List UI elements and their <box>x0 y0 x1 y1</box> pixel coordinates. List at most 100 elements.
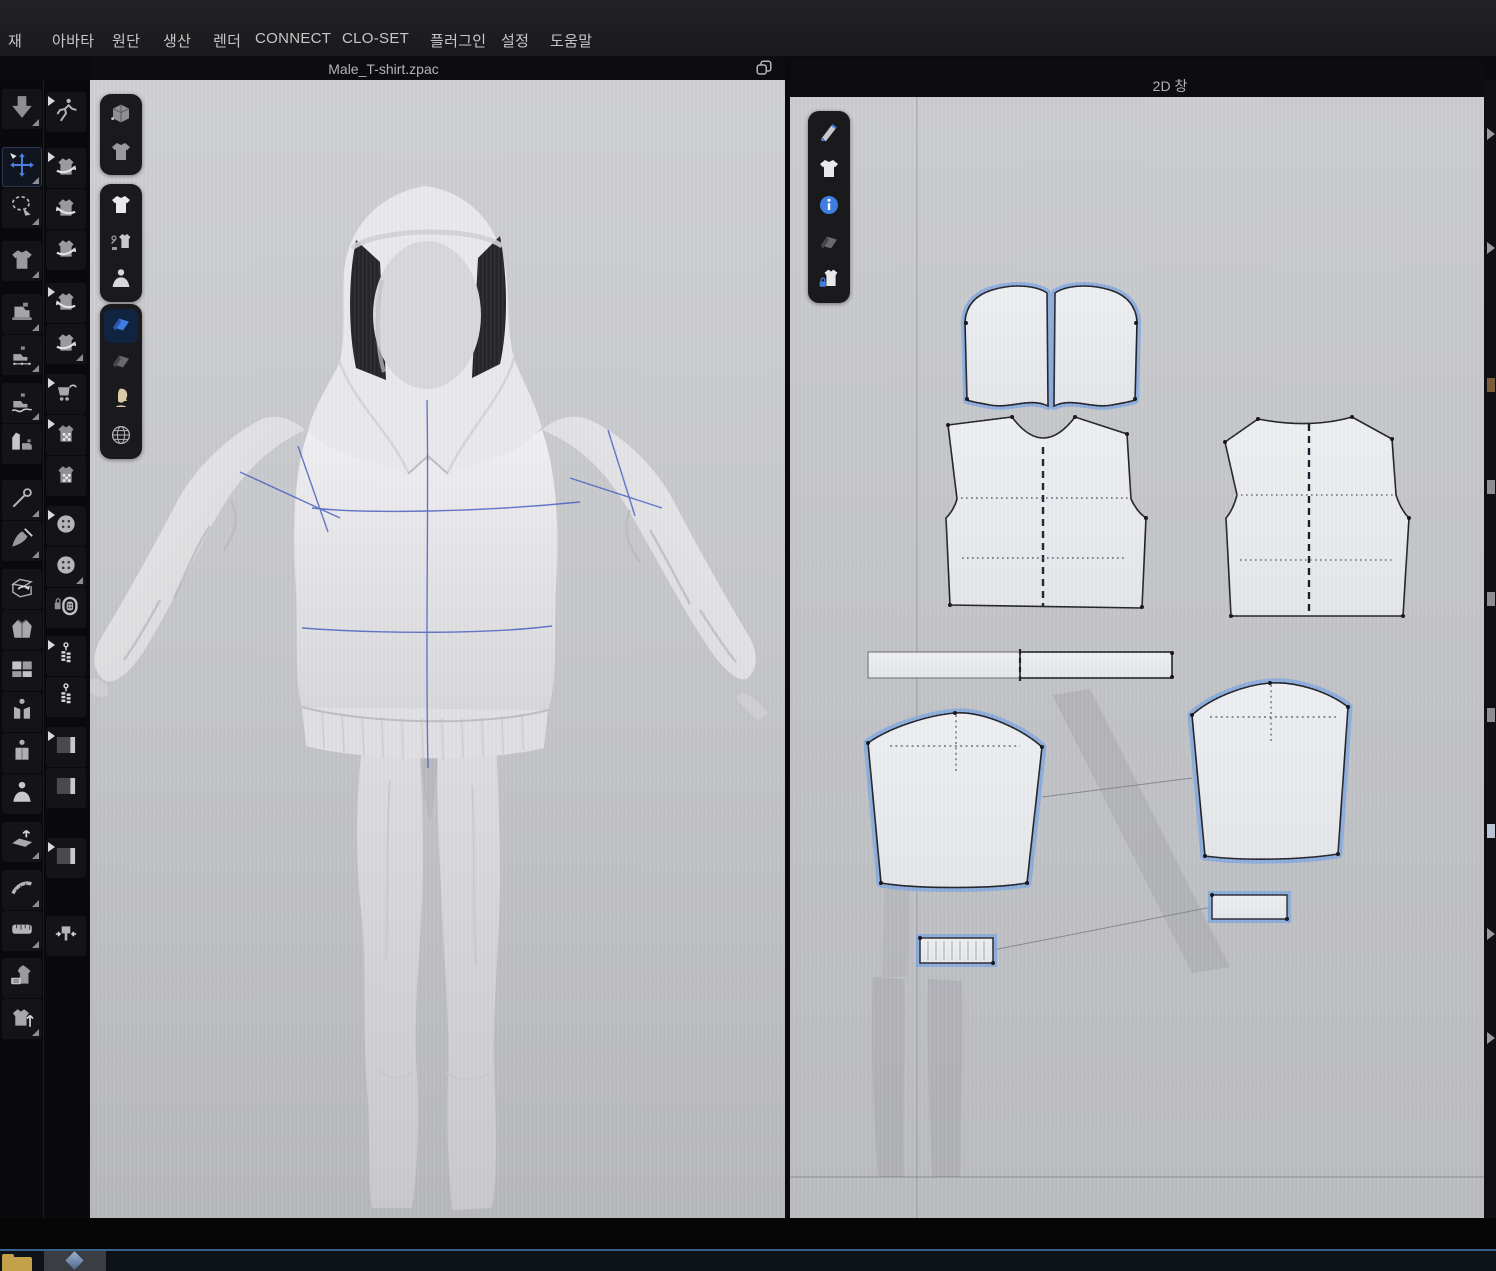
puller-tool[interactable] <box>46 916 86 956</box>
cropped-tool-icon[interactable] <box>1487 928 1495 940</box>
cropped-tool-icon[interactable] <box>1487 1032 1495 1044</box>
fabric-swatch-tool-3[interactable] <box>46 838 86 878</box>
menu-item-5[interactable]: 렌더 <box>213 30 241 51</box>
sewing-garment-tool[interactable] <box>2 424 42 464</box>
button-icon <box>53 552 79 583</box>
viewport-3d[interactable] <box>90 80 785 1218</box>
cropped-tool-icon[interactable] <box>1487 824 1495 838</box>
pattern-bodice-front[interactable] <box>946 415 1148 609</box>
menu-item-10[interactable]: 도움말 <box>550 30 592 51</box>
garment-transfer-tool[interactable] <box>2 999 42 1039</box>
cropped-tool-icon[interactable] <box>1487 592 1495 606</box>
show-garment-button[interactable] <box>104 189 138 223</box>
steam-tool[interactable] <box>46 374 86 414</box>
measure-tape-tool[interactable] <box>2 911 42 951</box>
pattern-hem-band-left[interactable] <box>868 652 1020 678</box>
view-3d-button[interactable] <box>104 99 138 133</box>
garment-style-button[interactable] <box>104 226 138 260</box>
cropped-tool-icon[interactable] <box>1487 242 1495 254</box>
zipper-tool[interactable] <box>46 636 86 676</box>
pattern-hood-left[interactable] <box>964 286 1048 406</box>
lock-pattern-button[interactable] <box>812 264 846 298</box>
menu-item-9[interactable]: 설정 <box>501 30 529 51</box>
fold-arrange-tool-5[interactable] <box>46 324 86 364</box>
simulate-tool[interactable] <box>2 89 42 129</box>
fitting-map-tool[interactable] <box>46 415 86 455</box>
person-shirt-icon <box>9 779 35 810</box>
select-move-tool[interactable] <box>2 147 42 187</box>
fabric-view-button[interactable] <box>104 309 138 343</box>
fold-arrange-tool-2[interactable] <box>46 189 86 229</box>
menu-item-2[interactable]: 아바타 <box>52 30 94 51</box>
button-tool[interactable] <box>46 506 86 546</box>
menu-item-7[interactable]: CLO-SET <box>342 30 409 47</box>
cropped-tool-icon[interactable] <box>1487 708 1495 722</box>
fold-arrange-tool-3[interactable] <box>46 230 86 270</box>
buttonhole-tool[interactable] <box>46 547 86 587</box>
cropped-tool-icon[interactable] <box>1487 128 1495 140</box>
view-garment-button[interactable] <box>104 136 138 170</box>
viewport-2d[interactable] <box>790 97 1484 1218</box>
sewing-free-tool[interactable] <box>2 335 42 375</box>
menu-item-4[interactable]: 생산 <box>163 30 191 51</box>
shirt-bend-icon <box>53 235 79 266</box>
os-taskbar <box>0 1249 1496 1271</box>
menu-item-1[interactable]: 재 <box>8 30 22 51</box>
fabric-2d-button[interactable] <box>812 227 846 261</box>
sewing-edit-tool[interactable] <box>2 383 42 423</box>
measure-curve-tool[interactable] <box>2 870 42 910</box>
sewing-segment-tool[interactable] <box>2 294 42 334</box>
pattern-sleeve-right[interactable] <box>1190 681 1350 859</box>
pattern-sleeve-left[interactable] <box>866 711 1044 888</box>
pattern-info-button[interactable] <box>812 190 846 224</box>
zipper-edit-tool[interactable] <box>46 677 86 717</box>
show-avatar-button[interactable] <box>104 263 138 297</box>
flatten-tool[interactable] <box>2 569 42 609</box>
select-lasso-tool[interactable] <box>2 188 42 228</box>
cropped-tool-icon[interactable] <box>1487 378 1495 392</box>
menu-item-3[interactable]: 원단 <box>112 30 140 51</box>
lasso-icon <box>9 193 35 224</box>
taskbar-app-button[interactable] <box>44 1251 106 1271</box>
dart-tool[interactable] <box>2 521 42 561</box>
avatar-motion-tool[interactable] <box>46 92 86 132</box>
menu-item-8[interactable]: 플러그인 <box>430 30 486 51</box>
fold-arrange-tool-4[interactable] <box>46 283 86 323</box>
pattern-bodice-back[interactable] <box>1223 415 1411 618</box>
select-garment-tool[interactable] <box>2 241 42 281</box>
shirt-bend-icon <box>53 153 79 184</box>
fabric-swatch-tool[interactable] <box>46 727 86 767</box>
drape-open-tool[interactable] <box>2 692 42 732</box>
pattern-cuff-right[interactable] <box>1210 893 1289 921</box>
fabric-dark-icon <box>109 349 133 378</box>
texture-edit-tool[interactable] <box>2 822 42 862</box>
avatar-skin-button[interactable] <box>104 383 138 417</box>
collar-tool[interactable] <box>2 610 42 650</box>
checker-shirt-icon <box>53 461 79 492</box>
pattern-hem-band-right[interactable] <box>1020 649 1174 681</box>
float-panel-button[interactable] <box>755 59 773 77</box>
folder-icon[interactable] <box>2 1257 32 1271</box>
pin-tool[interactable] <box>2 480 42 520</box>
hoodie-body[interactable] <box>294 430 557 710</box>
menu-item-6[interactable]: CONNECT <box>255 30 331 47</box>
fabric-swatch-tool-2[interactable] <box>46 768 86 808</box>
hoodie-hood[interactable] <box>308 186 542 474</box>
fit-avatar-tool[interactable] <box>2 774 42 814</box>
cropped-tool-icon[interactable] <box>1487 480 1495 494</box>
drape-tool[interactable] <box>2 733 42 773</box>
fitting-map-tool-2[interactable] <box>46 456 86 496</box>
fold-arrange-tool-1[interactable] <box>46 148 86 188</box>
head-icon <box>109 386 133 415</box>
hoodie-sleeve-right[interactable] <box>542 417 756 680</box>
pattern-hood-right[interactable] <box>1054 286 1138 406</box>
fabric-dark-button[interactable] <box>104 346 138 380</box>
fastener-tool[interactable] <box>46 588 86 628</box>
arrange-pieces-tool[interactable] <box>2 651 42 691</box>
show-garment-2d-button[interactable] <box>812 153 846 187</box>
pattern-cuff-left[interactable] <box>918 936 995 965</box>
grade-tool[interactable] <box>2 958 42 998</box>
environment-button[interactable] <box>104 420 138 454</box>
edit-pattern-tool[interactable] <box>812 116 846 150</box>
box-arrow-icon <box>9 574 35 605</box>
